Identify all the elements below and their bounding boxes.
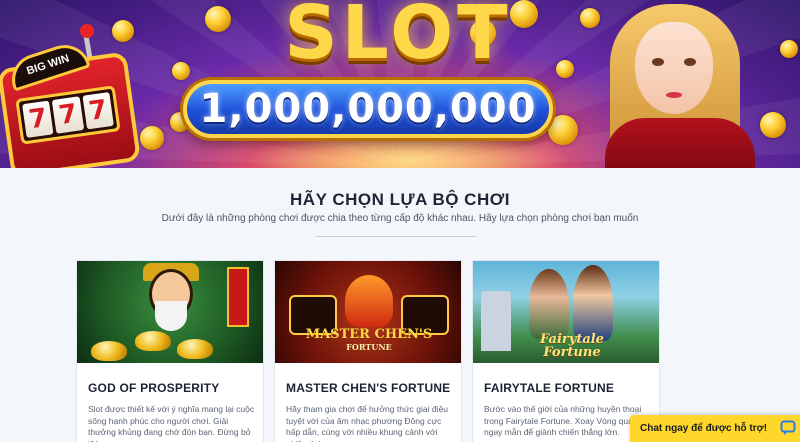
slot-machine-illustration: BIG WIN 7 7 7: [0, 24, 144, 168]
game-logo: MASTER CHEN'S FORTUNE: [305, 327, 433, 352]
game-title[interactable]: MASTER CHEN'S FORTUNE: [286, 381, 450, 395]
chat-label: Chat ngay để được hỗ trợ!: [640, 423, 768, 434]
jackpot-value: 1,000,000,000: [199, 86, 537, 132]
page: BIG WIN 7 7 7 SLOT 1,000,000,000 HÃY CHỌ…: [0, 0, 800, 442]
gold-ingot-icon: [177, 339, 213, 359]
game-thumbnail[interactable]: MASTER CHEN'S FORTUNE: [275, 261, 461, 363]
coin-decoration: [580, 8, 600, 28]
reel-symbol: 7: [82, 92, 114, 130]
divider: [316, 236, 476, 237]
gold-ingot-icon: [91, 341, 127, 361]
game-thumbnail[interactable]: [77, 261, 263, 363]
reel-symbol: 7: [52, 96, 84, 134]
game-title[interactable]: GOD OF PROSPERITY: [88, 381, 219, 395]
coin-decoration: [172, 62, 190, 80]
coin-decoration: [780, 40, 798, 58]
hero-banner[interactable]: BIG WIN 7 7 7 SLOT 1,000,000,000: [0, 0, 800, 168]
game-logo: Fairytale Fortune: [540, 332, 604, 360]
section-subtitle: Dưới đây là những phòng chơi được chia t…: [161, 213, 639, 224]
chat-support-button[interactable]: Chat ngay để được hỗ trợ!: [630, 415, 800, 442]
game-description: Bước vào thế giới của những huyền thoại …: [484, 404, 642, 437]
hostess-illustration: [600, 0, 770, 168]
coin-decoration: [548, 115, 578, 145]
game-title[interactable]: FAIRYTALE FORTUNE: [484, 381, 614, 395]
game-card-master-chens-fortune[interactable]: MASTER CHEN'S FORTUNE MASTER CHEN'S FORT…: [274, 260, 462, 442]
banner-title: SLOT: [284, 0, 512, 76]
game-thumbnail[interactable]: Fairytale Fortune: [473, 261, 659, 363]
section-title: HÃY CHỌN LỰA BỘ CHƠI: [290, 190, 510, 209]
jackpot-counter: 1,000,000,000: [183, 80, 553, 138]
game-description: Slot được thiết kế với ý nghĩa mang lại …: [88, 404, 255, 442]
game-card-god-of-prosperity[interactable]: GOD OF PROSPERITY Slot được thiết kế với…: [76, 260, 264, 442]
gold-ingot-icon: [135, 331, 171, 351]
game-description: Hãy tham gia chơi để hưởng thức giai điệ…: [286, 404, 448, 442]
chat-bubble-icon: [780, 420, 796, 435]
reel-symbol: 7: [22, 100, 54, 138]
